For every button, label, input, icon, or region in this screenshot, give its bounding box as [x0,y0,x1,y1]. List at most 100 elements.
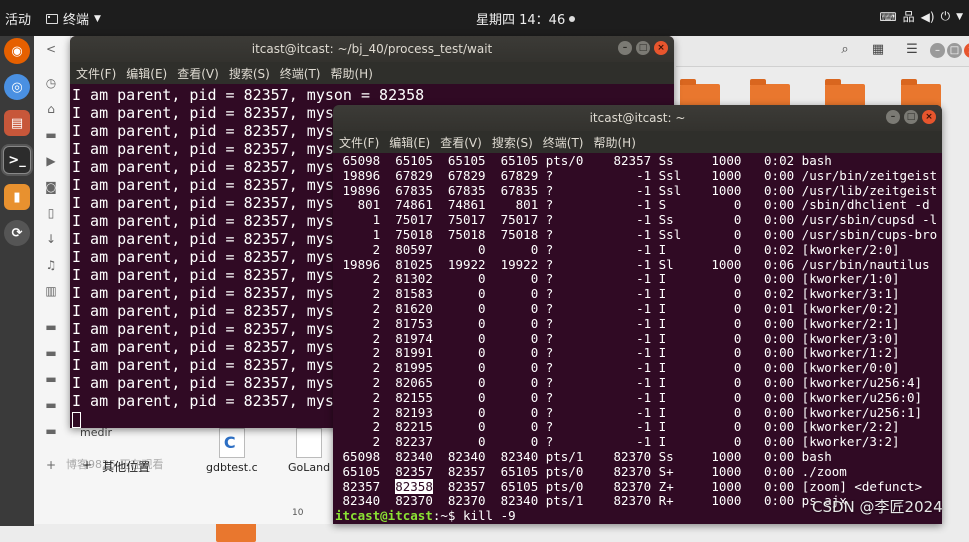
menu-item[interactable]: 帮助(H) [331,65,373,82]
selected-pid: 82358 [395,478,433,494]
folder-icon[interactable]: ▬ [44,424,58,438]
terminal-line: 82357 82358 82357 65105 pts/0 82370 Z+ 1… [335,478,942,495]
folder-icon[interactable]: ▬ [44,128,58,142]
file-name: 10 [292,508,304,518]
minimize-button[interactable]: – [886,110,900,124]
home-icon[interactable]: ⌂ [44,102,58,116]
process-field: -1 [598,374,652,390]
process-field: 82193 [387,404,433,420]
menu-icon[interactable]: ☰ [903,42,921,60]
process-field: 65098 [335,448,381,464]
process-field: Sl [658,256,689,272]
process-field: 81025 [387,256,433,272]
plus-icon[interactable]: + [44,458,58,472]
process-field: I [658,300,689,316]
process-field: I [658,434,689,450]
process-field: I [658,286,689,302]
menu-item[interactable]: 文件(F) [339,134,379,151]
process-field: 0:00 [749,478,795,494]
process-field: /usr/sbin/cupsd -l [801,212,938,228]
chromium-icon[interactable]: ◎ [4,74,30,100]
process-field: 65105 [493,478,539,494]
process-field: 19922 [493,256,539,272]
title-bar[interactable]: itcast@itcast: ~/bj_40/process_test/wait… [70,36,674,62]
folder-icon[interactable]: ▬ [44,346,58,360]
terminal-line: I am parent, pid = 82357, myson = 82358 [72,86,425,104]
process-field: Z+ [658,478,689,494]
process-field: I [658,330,689,346]
maximize-button[interactable]: □ [904,110,918,124]
folder-icon[interactable]: ▬ [44,398,58,412]
menu-item[interactable]: 查看(V) [440,134,482,151]
file-tile[interactable]: GoLand [288,428,330,474]
notification-dot-icon [569,15,576,22]
menu-item[interactable]: 终端(T) [543,134,584,151]
app-menu[interactable]: 终端 ▼ [46,9,101,28]
process-field: 0:00 [748,182,795,198]
music-icon[interactable]: ♫ [44,258,58,272]
process-field: 82237 [387,434,433,450]
process-field: -1 [598,286,652,302]
process-field: 0:00 [748,330,795,346]
menu-item[interactable]: 搜索(S) [229,65,270,82]
close-button[interactable]: × [654,41,668,55]
title-bar[interactable]: itcast@itcast: ~ – □ × [333,105,942,131]
terminal-window-home[interactable]: itcast@itcast: ~ – □ × 文件(F) 编辑(E) 查看(V) 搜索… [333,105,942,524]
maximize-button[interactable]: □ [636,41,650,55]
menu-item[interactable]: 编辑(E) [389,134,430,151]
file-name: gdbtest.c [206,461,258,474]
process-field: 82370 [598,493,652,509]
process-field: ? [545,197,591,213]
terminal-output[interactable]: 65098 65105 65105 65105 pts/0 82357 Ss 1… [333,153,942,524]
other-locations-item[interactable]: + 其他位置 [82,458,150,475]
file-tile[interactable]: gdbtest.c [206,428,258,474]
trash-icon[interactable]: ▥ [44,284,58,298]
process-field: 1000 [696,478,742,494]
menu-item[interactable]: 搜索(S) [492,134,533,151]
process-field: [kworker/0:2] [801,300,900,316]
minimize-button[interactable]: – [930,43,945,58]
system-status-area[interactable]: ⌨ 品 ◀) ⏻ ▼ [879,8,963,25]
document-icon[interactable]: ▯ [44,206,58,220]
menu-item[interactable]: 查看(V) [177,65,219,82]
activities-button[interactable]: 活动 [5,9,31,28]
chevron-down-icon: ▼ [956,11,963,22]
files-icon[interactable]: ▤ [4,110,30,136]
close-button[interactable]: × [964,43,969,58]
menu-item[interactable]: 终端(T) [280,65,321,82]
menu-item[interactable]: 帮助(H) [594,134,636,151]
updater-icon[interactable]: ⟳ [4,220,30,246]
back-icon[interactable]: < [44,42,58,56]
process-field: 0 [696,271,742,287]
camera-icon[interactable]: ◙ [44,180,58,194]
process-field: 1000 [696,167,742,183]
process-field: 2 [335,241,381,257]
top-bar: 活动 终端 ▼ 星期四 14：46 ⌨ 品 ◀) ⏻ ▼ [0,0,969,36]
software-icon[interactable]: ▮ [4,184,30,210]
clock[interactable]: 星期四 14：46 [476,9,576,28]
close-button[interactable]: × [922,110,936,124]
process-field: 75018 [493,226,539,242]
process-field: 0 [493,315,539,331]
firefox-icon[interactable]: ◉ [4,38,30,64]
file-tile[interactable]: 10 [292,505,303,518]
folder-icon[interactable]: ▬ [44,372,58,386]
process-field: ? [545,286,591,302]
recent-icon[interactable]: ◷ [44,76,58,90]
terminal-icon[interactable]: >_ [3,146,31,174]
process-field: [kworker/2:0] [801,241,900,257]
menu-item[interactable]: 文件(F) [76,65,116,82]
process-field: S [658,197,689,213]
video-icon[interactable]: ▶ [44,154,58,168]
maximize-button[interactable]: □ [947,43,962,58]
process-field: 1000 [696,448,742,464]
folder-icon[interactable]: ▬ [44,320,58,334]
process-field: -1 [598,360,652,376]
minimize-button[interactable]: – [618,41,632,55]
menu-item[interactable]: 编辑(E) [126,65,167,82]
download-icon[interactable]: ↓ [44,232,58,246]
grid-view-icon[interactable]: ▦ [869,42,887,60]
search-icon[interactable]: ⌕ [836,42,854,60]
process-field: 0:00 [748,360,795,376]
process-field: 2 [335,434,381,450]
